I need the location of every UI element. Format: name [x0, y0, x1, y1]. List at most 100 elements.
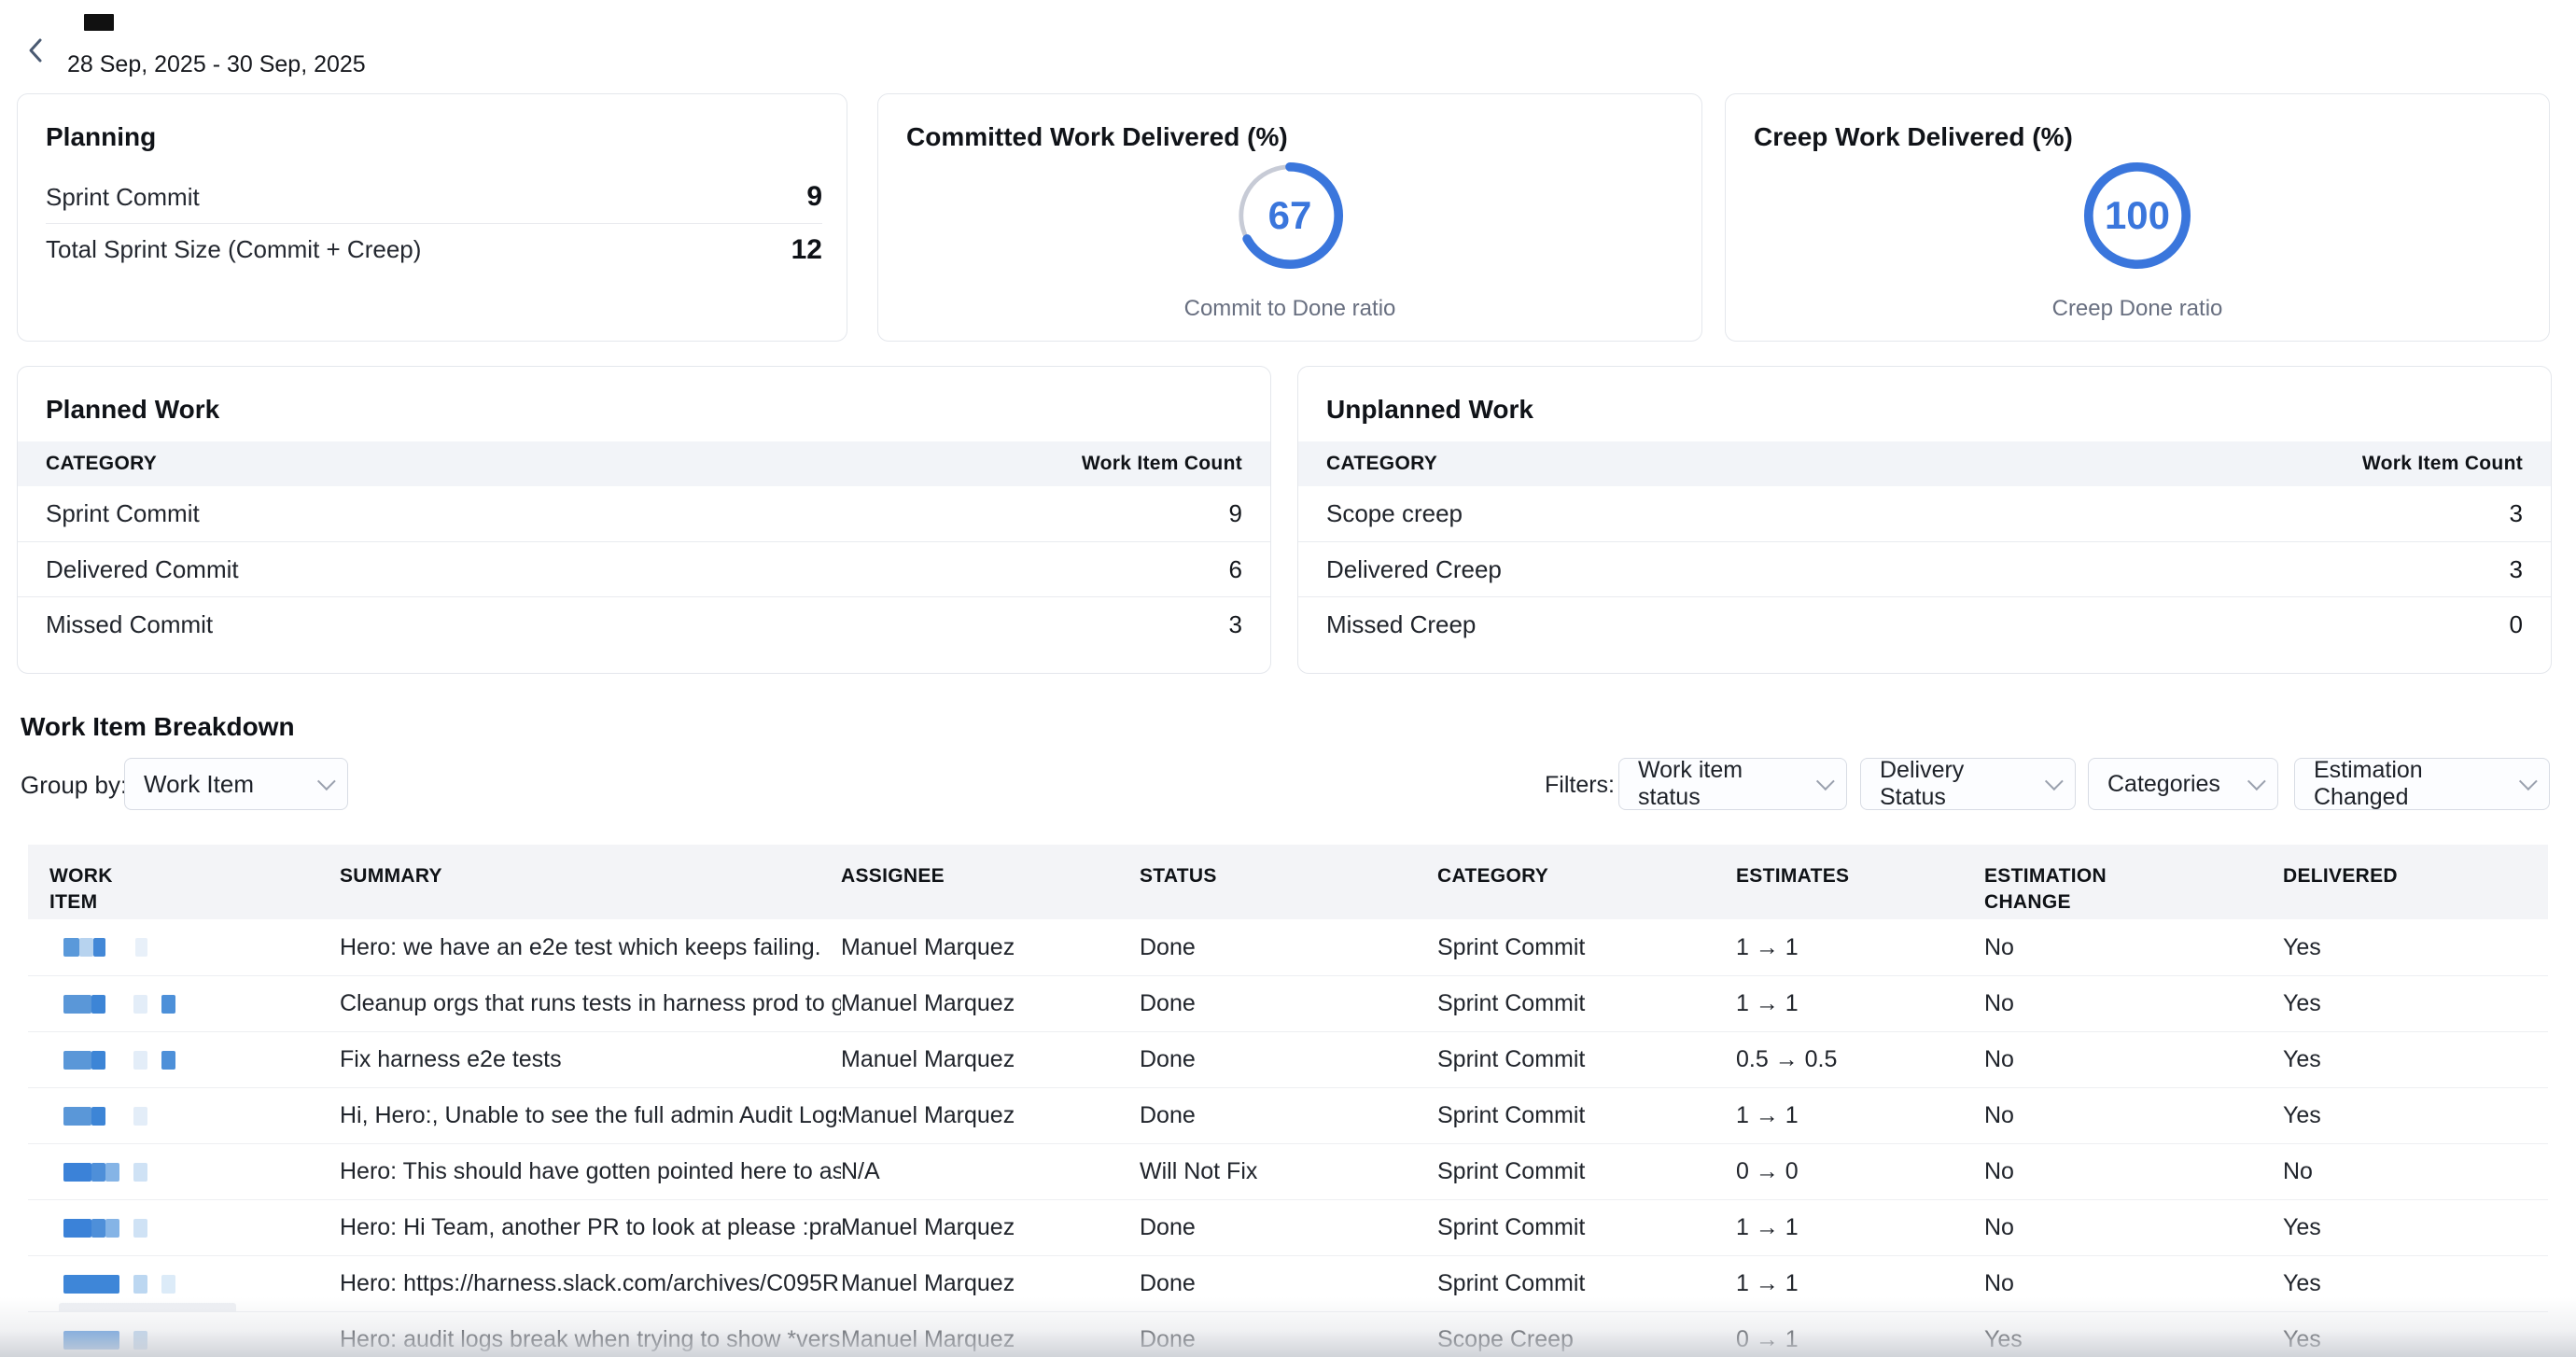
table-row[interactable]: Fix harness e2e tests Manuel Marquez Don… — [28, 1031, 2548, 1087]
count-value: 3 — [1229, 610, 1242, 639]
estimation-change-cell: No — [1984, 1158, 2283, 1185]
table-row: Scope creep 3 — [1298, 486, 2551, 541]
table-row: Missed Creep 0 — [1298, 596, 2551, 651]
assignee-cell: Manuel Marquez — [841, 1102, 1140, 1129]
unplanned-work-header: CATEGORY Work Item Count — [1298, 441, 2551, 486]
estimation-change-cell: No — [1984, 934, 2283, 961]
estimation-change-cell: No — [1984, 1214, 2283, 1241]
committed-gauge-value: 67 — [1236, 161, 1344, 270]
table-row: Sprint Commit 9 — [18, 486, 1270, 541]
creep-gauge-value: 100 — [2083, 161, 2191, 270]
summary-cell: Hi, Hero:, Unable to see the full admin … — [340, 1102, 841, 1129]
filter-delivery-status[interactable]: Delivery Status — [1860, 758, 2076, 810]
work-item-id-redacted — [49, 1256, 340, 1311]
status-cell: Done — [1140, 1102, 1437, 1129]
count-value: 0 — [2510, 610, 2523, 639]
work-item-id-redacted — [49, 976, 340, 1031]
planning-card: Planning Sprint Commit 9 Total Sprint Si… — [17, 93, 847, 342]
column-category: CATEGORY — [1437, 863, 1736, 889]
category-cell: Sprint Commit — [1437, 1214, 1736, 1241]
assignee-cell: N/A — [841, 1158, 1140, 1185]
chevron-down-icon — [2247, 772, 2266, 790]
status-cell: Done — [1140, 1270, 1437, 1297]
table-row[interactable]: Hero: we have an e2e test which keeps fa… — [28, 919, 2548, 975]
summary-cell: Hero: audit logs break when trying to sh… — [340, 1326, 841, 1353]
filters-label: Filters: — [1545, 772, 1615, 799]
committed-card-title: Committed Work Delivered (%) — [906, 122, 1288, 152]
delivered-cell: Yes — [2283, 1214, 2539, 1241]
filter-categories[interactable]: Categories — [2088, 758, 2278, 810]
sprint-title-redacted — [84, 14, 114, 31]
planned-work-header: CATEGORY Work Item Count — [18, 441, 1270, 486]
filter-label: Estimation Changed — [2314, 757, 2506, 811]
creep-gauge-caption: Creep Done ratio — [2052, 296, 2223, 322]
table-row[interactable]: Hero: Hi Team, another PR to look at ple… — [28, 1199, 2548, 1255]
status-cell: Done — [1140, 934, 1437, 961]
category-label: Sprint Commit — [46, 499, 200, 528]
delivered-cell: Yes — [2283, 1046, 2539, 1073]
category-cell: Sprint Commit — [1437, 1270, 1736, 1297]
planning-card-title: Planning — [46, 122, 156, 152]
back-button[interactable] — [26, 37, 45, 63]
table-row[interactable]: Hi, Hero:, Unable to see the full admin … — [28, 1087, 2548, 1143]
filter-label: Categories — [2107, 771, 2220, 798]
group-by-select[interactable]: Work Item — [124, 758, 348, 810]
table-row[interactable]: Hero: This should have gotten pointed he… — [28, 1143, 2548, 1199]
filter-label: Work item status — [1638, 757, 1803, 811]
unplanned-work-title: Unplanned Work — [1326, 395, 1533, 425]
planning-row-total-sprint-size: Total Sprint Size (Commit + Creep) 12 — [46, 223, 822, 275]
chevron-down-icon — [317, 772, 336, 790]
count-value: 9 — [1229, 499, 1242, 528]
assignee-cell: Manuel Marquez — [841, 1270, 1140, 1297]
delivered-cell: Yes — [2283, 934, 2539, 961]
estimation-change-cell: No — [1984, 1102, 2283, 1129]
column-status: STATUS — [1140, 863, 1437, 889]
work-item-table: WORK ITEM SUMMARY ASSIGNEE STATUS CATEGO… — [28, 845, 2548, 1357]
category-cell: Sprint Commit — [1437, 990, 1736, 1017]
committed-gauge-caption: Commit to Done ratio — [1184, 296, 1396, 322]
category-cell: Sprint Commit — [1437, 934, 1736, 961]
assignee-cell: Manuel Marquez — [841, 934, 1140, 961]
work-item-id-redacted — [49, 919, 340, 975]
committed-work-card: Committed Work Delivered (%) 67 Commit t… — [877, 93, 1702, 342]
work-item-id-redacted — [49, 1144, 340, 1199]
kpi-label: Sprint Commit — [46, 183, 200, 212]
filter-label: Delivery Status — [1880, 757, 2032, 811]
chevron-down-icon — [2045, 772, 2064, 790]
filter-estimation-changed[interactable]: Estimation Changed — [2294, 758, 2550, 810]
table-row[interactable]: Hero: audit logs break when trying to sh… — [28, 1311, 2548, 1357]
work-item-breakdown-title: Work Item Breakdown — [21, 712, 295, 742]
creep-card-title: Creep Work Delivered (%) — [1754, 122, 2073, 152]
chevron-down-icon — [1816, 772, 1835, 790]
filter-work-item-status[interactable]: Work item status — [1618, 758, 1847, 810]
estimation-change-cell: No — [1984, 1046, 2283, 1073]
table-row: Missed Commit 3 — [18, 596, 1270, 651]
status-cell: Will Not Fix — [1140, 1158, 1437, 1185]
column-summary: SUMMARY — [340, 863, 841, 889]
category-label: Missed Creep — [1326, 610, 1476, 639]
estimates-cell: 1 → 1 — [1736, 1214, 1984, 1241]
kpi-value: 9 — [806, 181, 822, 213]
summary-cell: Hero: we have an e2e test which keeps fa… — [340, 934, 841, 961]
estimation-change-cell: Yes — [1984, 1326, 2283, 1353]
summary-cell: Hero: https://harness.slack.com/archives… — [340, 1270, 841, 1297]
chevron-left-icon — [31, 40, 40, 61]
kpi-value: 12 — [791, 234, 822, 266]
table-row[interactable]: Cleanup orgs that runs tests in harness … — [28, 975, 2548, 1031]
estimation-change-cell: No — [1984, 1270, 2283, 1297]
creep-work-card: Creep Work Delivered (%) 100 Creep Done … — [1725, 93, 2550, 342]
column-assignee: ASSIGNEE — [841, 863, 1140, 889]
work-item-subtext-redacted — [59, 1303, 236, 1311]
column-category: CATEGORY — [1326, 453, 1437, 475]
delivered-cell: Yes — [2283, 1326, 2539, 1353]
count-value: 6 — [1229, 555, 1242, 584]
count-value: 3 — [2510, 499, 2523, 528]
planned-work-card: Planned Work CATEGORY Work Item Count Sp… — [17, 366, 1271, 674]
sprint-report-page: 28 Sep, 2025 - 30 Sep, 2025 Planning Spr… — [0, 0, 2576, 1357]
status-cell: Done — [1140, 1214, 1437, 1241]
work-item-id-redacted — [49, 1088, 340, 1143]
table-row[interactable]: Hero: https://harness.slack.com/archives… — [28, 1255, 2548, 1311]
committed-gauge: 67 — [1236, 161, 1344, 270]
kpi-label: Total Sprint Size (Commit + Creep) — [46, 235, 421, 264]
column-work-item: WORK ITEM — [49, 863, 124, 916]
